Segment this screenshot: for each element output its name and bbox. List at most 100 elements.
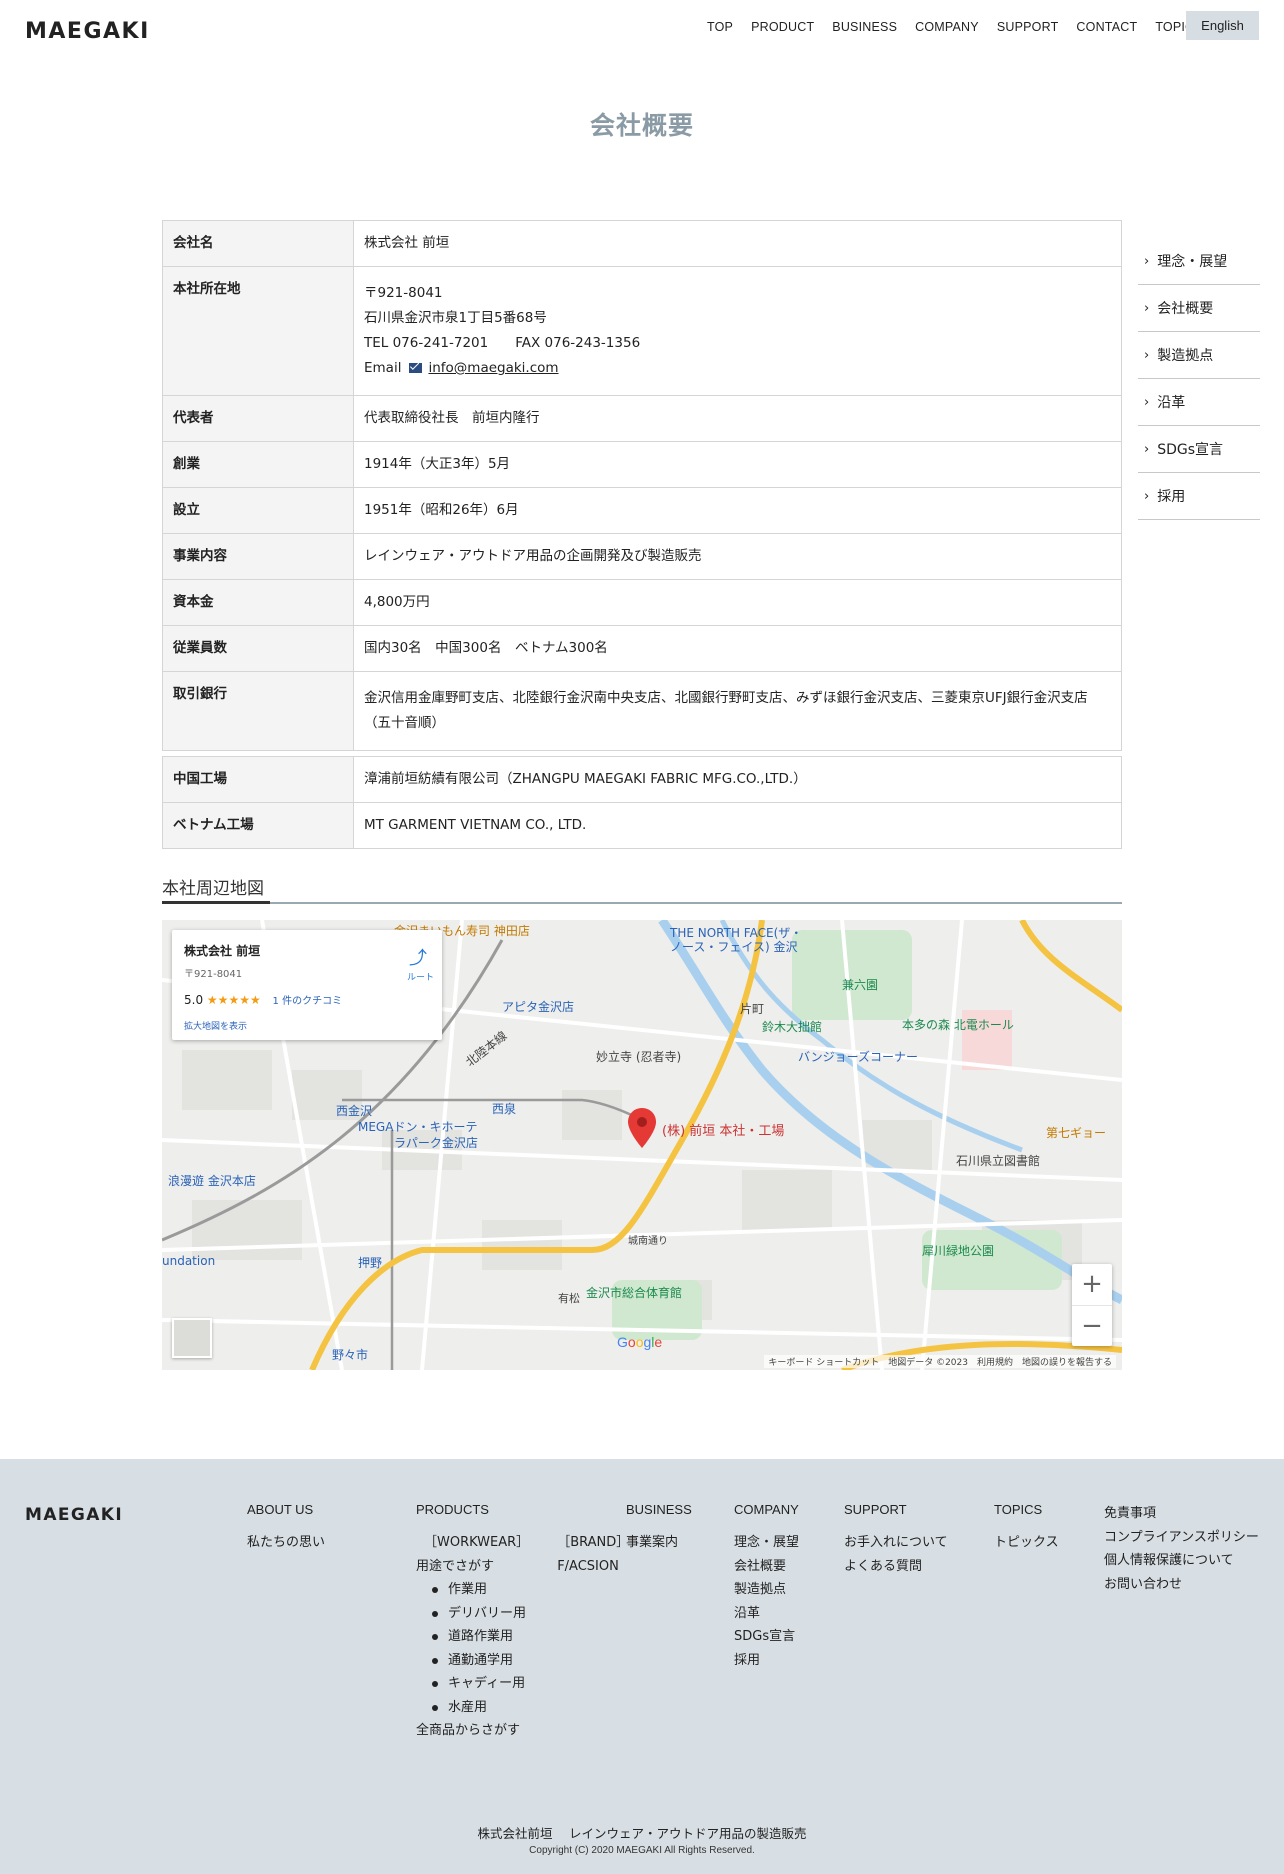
footer-link[interactable]: よくある質問 [844,1555,948,1579]
english-button[interactable]: English [1186,11,1259,40]
nav-company[interactable]: COMPANY [915,20,979,34]
workwear-col: ［WORKWEAR］ 用途でさがす 作業用 デリバリー用 道路作業用 通勤通学用… [416,1531,529,1743]
footer-heading[interactable]: ABOUT US [247,1502,325,1517]
nav-contact[interactable]: CONTACT [1076,20,1137,34]
table-row: ベトナム工場 MT GARMENT VIETNAM CO., LTD. [162,802,1122,849]
zoom-in-button[interactable]: + [1072,1264,1112,1305]
footer-link[interactable]: 理念・展望 [734,1531,799,1555]
zoom-out-button[interactable]: − [1072,1305,1112,1346]
side-item-label: 会社概要 [1157,301,1214,317]
address-cell: 〒921-8041 石川県金沢市泉1丁目5番68号 TEL 076-241-72… [353,266,1122,396]
nav-support[interactable]: SUPPORT [997,20,1059,34]
use-list: 作業用 デリバリー用 道路作業用 通勤通学用 キャディー用 水産用 [416,1578,529,1719]
maegaki-logo[interactable]: MAEGAKI [25,20,196,40]
footer-link[interactable]: 作業用 [432,1578,529,1602]
footer-link[interactable]: 私たちの思い [247,1531,325,1555]
row-label: 中国工場 [162,756,354,803]
envelope-icon [409,363,423,373]
table-row: 従業員数 国内30名 中国300名 ベトナム300名 [162,625,1122,672]
map-label: 鈴木大拙館 [762,1020,823,1034]
footer-link[interactable]: コンプライアンスポリシー [1104,1526,1259,1550]
footer-link[interactable]: 個人情報保護について [1104,1549,1259,1573]
footer-business: BUSINESS 事業案内 [626,1502,692,1555]
google-map[interactable]: 金沢まいもん寿司 神田店 THE NORTH FACE(ザ・ ノース・フェイス)… [162,920,1122,1370]
side-item-label: 製造拠点 [1157,348,1214,364]
side-item-sdgs[interactable]: › SDGs宣言 [1138,426,1260,473]
row-label: 会社名 [162,220,354,267]
row-value: 金沢信用金庫野町支店、北陸銀行金沢南中央支店、北國銀行野町支店、みずほ銀行金沢支… [353,671,1122,751]
footer-link[interactable]: お問い合わせ [1104,1573,1259,1597]
footer-link[interactable]: ［BRAND］ [557,1531,629,1555]
footer-company-line: 株式会社前垣 レインウェア・アウトドア用品の製造販売 [477,1826,807,1841]
footer-heading[interactable]: SUPPORT [844,1502,948,1517]
table-row: 取引銀行 金沢信用金庫野町支店、北陸銀行金沢南中央支店、北國銀行野町支店、みずほ… [162,671,1122,751]
chevron-right-icon: › [1144,253,1150,269]
table-row: 代表者 代表取締役社長 前垣内隆行 [162,395,1122,442]
side-item-factories[interactable]: › 製造拠点 [1138,332,1260,379]
directions-icon[interactable]: ⤴ [408,944,428,970]
main-nav: TOP PRODUCT BUSINESS COMPANY SUPPORT CON… [707,20,1221,34]
footer-heading[interactable]: BUSINESS [626,1502,692,1517]
footer-link[interactable]: デリバリー用 [432,1602,529,1626]
footer-logo[interactable]: MAEGAKI [25,1505,180,1526]
footer-link[interactable]: 事業案内 [626,1531,692,1555]
reviews-link[interactable]: 1 件のクチコミ [273,996,343,1007]
side-item-philosophy[interactable]: › 理念・展望 [1138,238,1260,285]
map-pin-label: (株) 前垣 本社・工場 [662,1124,785,1139]
side-item-label: 理念・展望 [1157,254,1228,270]
phone-fax: TEL 076-241-7201 FAX 076-243-1356 [364,335,641,351]
nav-business[interactable]: BUSINESS [832,20,897,34]
footer-link[interactable]: 用途でさがす [416,1555,529,1579]
map-type-toggle[interactable] [172,1318,212,1358]
footer-link[interactable]: ［WORKWEAR］ [416,1531,529,1555]
footer-link[interactable]: 沿革 [734,1602,799,1626]
footer-link[interactable]: 水産用 [432,1696,529,1720]
chevron-right-icon: › [1144,347,1150,363]
map-heading: 本社周辺地図 [162,874,1122,904]
view-larger-map-link[interactable]: 拡大地図を表示 [184,1019,430,1032]
footer-link[interactable]: 製造拠点 [734,1578,799,1602]
map-label: 西泉 [492,1102,517,1116]
location-pin-icon[interactable] [628,1108,656,1148]
row-value: レインウェア・アウトドア用品の企画開発及び製造販売 [353,533,1122,580]
footer-link[interactable]: お手入れについて [844,1531,948,1555]
row-label: 事業内容 [162,533,354,580]
footer-support: SUPPORT お手入れについて よくある質問 [844,1502,948,1578]
side-item-label: 採用 [1157,489,1186,505]
footer-heading[interactable]: TOPICS [994,1502,1059,1517]
footer-link[interactable]: キャディー用 [432,1672,529,1696]
footer-heading[interactable]: COMPANY [734,1502,799,1517]
footer-link[interactable]: トピックス [994,1531,1059,1555]
side-item-recruit[interactable]: › 採用 [1138,473,1260,520]
nav-top[interactable]: TOP [707,20,733,34]
footer-link[interactable]: 採用 [734,1649,799,1673]
email-link[interactable]: info@maegaki.com [428,360,558,376]
nav-product[interactable]: PRODUCT [751,20,814,34]
map-label: バンジョーズコーナー [798,1050,919,1064]
map-label: ラパーク金沢店 [394,1136,478,1150]
table-row: 会社名 株式会社 前垣 [162,220,1122,267]
footer-link[interactable]: 免責事項 [1104,1502,1259,1526]
factory-table: 中国工場 漳浦前垣紡績有限公司（ZHANGPU MAEGAKI FABRIC M… [162,756,1122,849]
footer-link[interactable]: 会社概要 [734,1555,799,1579]
table-row: 中国工場 漳浦前垣紡績有限公司（ZHANGPU MAEGAKI FABRIC M… [162,756,1122,803]
footer-link[interactable]: SDGs宣言 [734,1625,799,1649]
row-value: 株式会社 前垣 [353,220,1122,267]
footer-link[interactable]: 通勤通学用 [432,1649,529,1673]
directions-label[interactable]: ルート [407,970,434,983]
map-label: MEGAドン・キホーテ [358,1120,478,1134]
map-label: アピタ金沢店 [502,1000,575,1014]
map-attribution[interactable]: キーボード ショートカット 地図データ ©2023 利用規約 地図の誤りを報告す… [764,1355,1116,1368]
footer-link[interactable]: 全商品からさがす [416,1719,529,1743]
side-item-overview[interactable]: › 会社概要 [1138,285,1260,332]
footer-link[interactable]: 道路作業用 [432,1625,529,1649]
map-label: 有松 [558,1292,580,1305]
map-label: 第七ギョー [1046,1126,1107,1140]
zoom-controls: + − [1072,1264,1112,1346]
footer-heading[interactable]: PRODUCTS [416,1502,629,1517]
side-item-history[interactable]: › 沿革 [1138,379,1260,426]
footer-company: COMPANY 理念・展望 会社概要 製造拠点 沿革 SDGs宣言 採用 [734,1502,799,1672]
footer-link[interactable]: F/ACSION [557,1555,629,1579]
row-label: ベトナム工場 [162,802,354,849]
postal-code: 〒921-8041 [364,285,443,301]
